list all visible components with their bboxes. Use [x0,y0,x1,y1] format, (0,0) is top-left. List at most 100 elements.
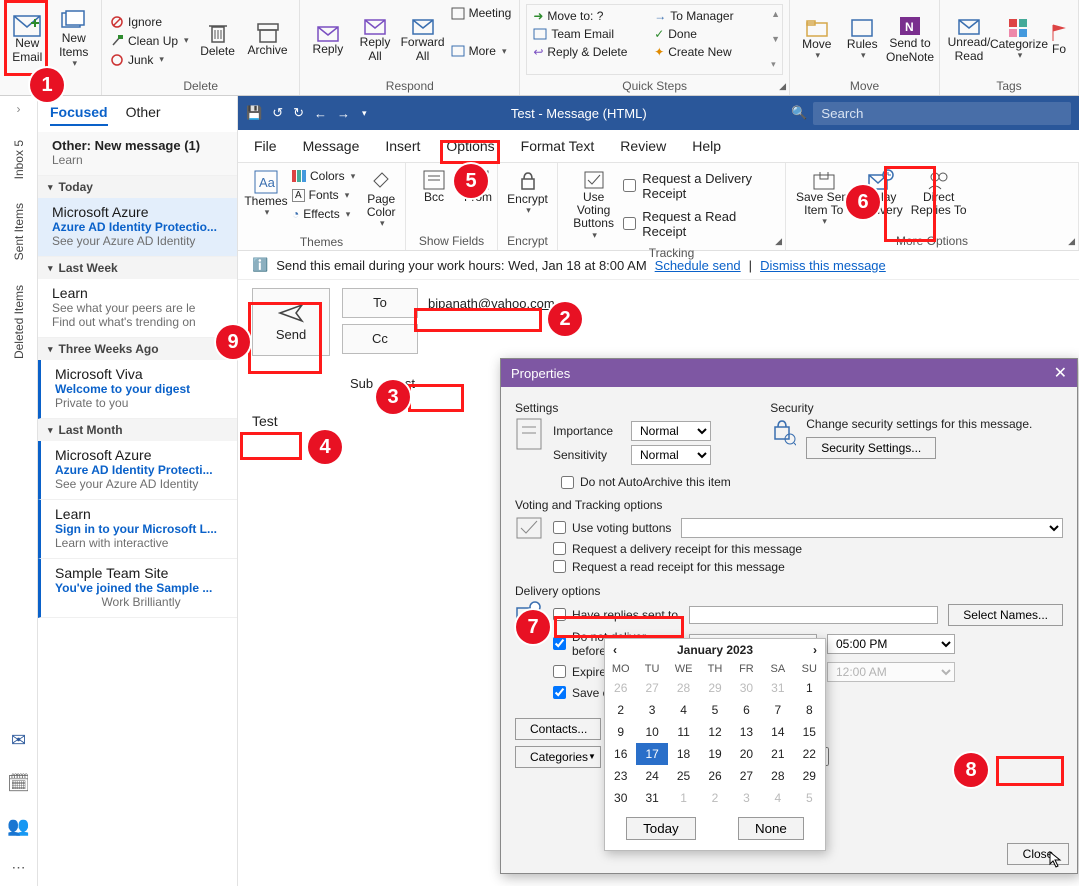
rules-button[interactable]: Rules▾ [840,2,886,77]
calendar-day[interactable]: 1 [794,677,825,699]
close-icon[interactable]: ✕ [1054,363,1067,383]
calendar-day[interactable]: 13 [731,721,762,743]
read-receipt-check[interactable]: Request a read receipt for this message [553,560,785,574]
calendar-day[interactable]: 24 [636,765,667,787]
bcc-button[interactable]: Bcc [412,165,456,232]
page-color-button[interactable]: Page Color▾ [359,165,403,233]
qs-up[interactable]: ▲ [771,9,780,19]
next-month[interactable]: › [813,643,817,657]
list-item[interactable]: Microsoft Viva Welcome to your digest Pr… [38,360,237,419]
tab-options[interactable]: Options [446,138,494,154]
more-nav-icon[interactable]: ⋯ [12,859,26,876]
calendar-day[interactable]: 10 [636,721,667,743]
calendar-day[interactable]: 14 [762,721,793,743]
unread-read-button[interactable]: Unread/ Read [944,2,994,77]
undo-icon[interactable]: ↺ [272,105,283,121]
section-threeweeks[interactable]: ▾Three Weeks Ago [38,338,237,360]
list-item[interactable]: Microsoft Azure Azure AD Identity Protec… [38,441,237,500]
calendar-day[interactable]: 26 [605,677,636,699]
save-icon[interactable]: 💾 [246,105,262,121]
categories-button[interactable]: Categories▼ [515,746,601,768]
calendar-nav-icon[interactable]: 🗓 [7,773,30,794]
calendar-day[interactable]: 29 [699,677,730,699]
calendar-day[interactable]: 15 [794,721,825,743]
calendar-day[interactable]: 2 [699,787,730,809]
tab-message[interactable]: Message [303,138,360,154]
more-button[interactable]: More▾ [447,42,516,60]
list-item[interactable]: Learn Sign in to your Microsoft L... Lea… [38,500,237,559]
delivery-receipt-check[interactable]: Request a delivery receipt for this mess… [553,542,802,556]
today-button[interactable]: Today [626,817,696,840]
calendar-day[interactable]: 5 [794,787,825,809]
calendar-day[interactable]: 26 [699,765,730,787]
section-lastmonth[interactable]: ▾Last Month [38,419,237,441]
dialog-launcher-icon[interactable]: ◢ [779,81,786,92]
to-field[interactable]: bipanath@yahoo.com [428,296,555,311]
prev-month[interactable]: ‹ [613,643,617,657]
onenote-button[interactable]: NSend to OneNote [885,2,935,77]
mail-nav-icon[interactable]: ✉ [11,730,26,751]
followup-button[interactable]: Fo [1044,2,1074,77]
reply-delete-q[interactable]: ↩Reply & Delete [529,43,650,61]
no-archive-check[interactable]: Do not AutoArchive this item [561,475,731,489]
fonts-button[interactable]: AFonts▾ [288,186,359,204]
delete-button[interactable]: Delete [193,17,243,62]
calendar-day[interactable]: 9 [605,721,636,743]
ignore-button[interactable]: Ignore [106,13,193,31]
calendar-day[interactable]: 11 [668,721,699,743]
calendar-day[interactable]: 5 [699,699,730,721]
calendar-day[interactable]: 20 [731,743,762,765]
done-q[interactable]: ✓Done [650,25,771,43]
tab-file[interactable]: File [254,138,277,154]
prev-icon[interactable]: ← [314,106,327,121]
calendar-day[interactable]: 4 [762,787,793,809]
sensitivity-select[interactable]: Normal [631,445,711,465]
effects-button[interactable]: ◔Effects▾ [288,205,359,223]
tab-review[interactable]: Review [620,138,666,154]
security-settings-button[interactable]: Security Settings... [806,437,936,459]
encrypt-button[interactable]: Encrypt▾ [504,165,551,232]
dialog-launcher-icon[interactable]: ◢ [1068,236,1075,247]
send-button[interactable]: Send [252,288,330,356]
calendar-day[interactable]: 31 [762,677,793,699]
calendar-day[interactable]: 2 [605,699,636,721]
req-read-check[interactable]: Request a Read Receipt [623,209,779,239]
save-copy-check[interactable]: Save c [553,686,609,700]
calendar-day[interactable]: 23 [605,765,636,787]
calendar-day[interactable]: 22 [794,743,825,765]
calendar-day[interactable]: 28 [668,677,699,699]
forward-button[interactable]: Forward All [399,2,447,77]
sent-folder[interactable]: Sent Items [12,203,26,260]
expand-icon[interactable]: › [17,102,21,116]
calendar-day[interactable]: 16 [605,743,636,765]
deliver-time[interactable]: 05:00 PM [827,634,955,654]
qs-more[interactable]: ▾ [771,59,780,70]
dialog-launcher-icon[interactable]: ◢ [775,236,782,247]
tab-other[interactable]: Other [126,104,161,126]
meeting-button[interactable]: Meeting [447,4,516,22]
importance-select[interactable]: Normal [631,421,711,441]
section-lastweek[interactable]: ▾Last Week [38,257,237,279]
calendar-day[interactable]: 6 [731,699,762,721]
team-email-q[interactable]: Team Email [529,25,650,43]
tab-help[interactable]: Help [692,138,721,154]
calendar-day[interactable]: 31 [636,787,667,809]
move-button[interactable]: Move▾ [794,2,840,77]
calendar-day[interactable]: 12 [699,721,730,743]
voting-button[interactable]: Use Voting Buttons▾ [564,165,623,244]
calendar-day[interactable]: 8 [794,699,825,721]
calendar-day[interactable]: 30 [605,787,636,809]
categorize-button[interactable]: Categorize▾ [994,2,1044,77]
cc-button[interactable]: Cc [342,324,418,354]
calendar-day[interactable]: 21 [762,743,793,765]
calendar-day[interactable]: 1 [668,787,699,809]
req-delivery-check[interactable]: Request a Delivery Receipt [623,171,779,201]
move-to-q[interactable]: ➜Move to: ? [529,7,650,25]
calendar-day[interactable]: 17 [636,743,667,765]
to-manager-q[interactable]: →To Manager [650,7,771,25]
calendar-day[interactable]: 28 [762,765,793,787]
calendar-day[interactable]: 3 [731,787,762,809]
qs-down[interactable]: ▼ [771,34,780,44]
calendar-day[interactable]: 30 [731,677,762,699]
list-item[interactable]: Learn See what your peers are le Find ou… [38,279,237,338]
